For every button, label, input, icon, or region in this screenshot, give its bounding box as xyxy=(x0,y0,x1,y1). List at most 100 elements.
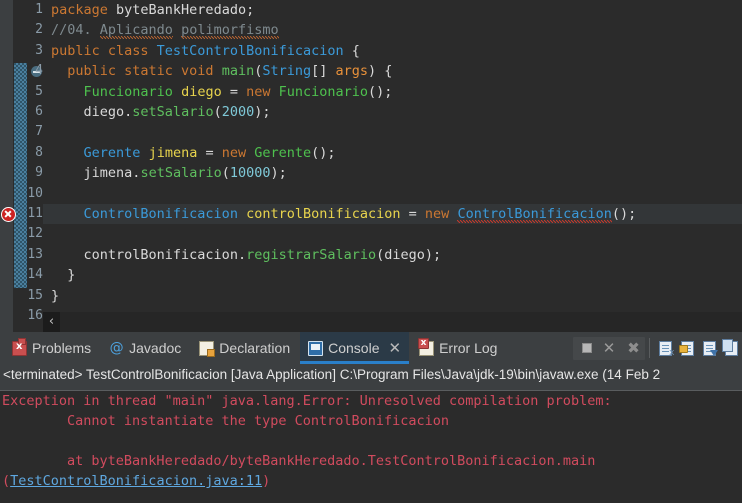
line-number: 12 xyxy=(27,226,43,242)
console-line: Cannot instantiate the type ControlBonif… xyxy=(0,411,742,431)
stop-button[interactable] xyxy=(576,337,598,359)
display-selected-console-button[interactable] xyxy=(698,337,720,359)
scrollbar-track[interactable] xyxy=(60,312,742,332)
new-console-view-icon xyxy=(721,338,738,356)
code-line[interactable]: 5 Funcionario diego = new Funcionario(); xyxy=(0,82,742,102)
code-token: String xyxy=(262,63,312,80)
code-token: package xyxy=(51,2,117,18)
code-token: setSalario xyxy=(140,165,222,182)
stack-trace-link[interactable]: TestControlBonificacion.java:11 xyxy=(10,473,262,489)
code-token: diego xyxy=(384,246,425,263)
code-line[interactable]: 6 diego.setSalario(2000); xyxy=(0,102,742,122)
code-token: ); xyxy=(424,246,442,263)
code-token: [] xyxy=(311,63,336,80)
code-token: public static void xyxy=(51,63,222,80)
line-number: 8 xyxy=(35,144,43,160)
line-number: 5 xyxy=(35,83,43,99)
scroll-left-arrow-icon[interactable]: ‹ xyxy=(43,312,60,332)
code-line[interactable]: 4 public static void main(String[] args)… xyxy=(0,61,742,81)
code-text: controlBonificacion.registrarSalario(die… xyxy=(51,245,442,265)
panel-tab-bar[interactable]: ✕ ✖ x x Problems @ Javadoc Declaration C… xyxy=(0,332,742,364)
console-text: ) xyxy=(262,473,271,489)
code-text: ControlBonificacion controlBonificacion … xyxy=(51,204,636,224)
line-number: 4 xyxy=(35,63,43,79)
code-line[interactable]: 12 xyxy=(0,224,742,244)
code-text: diego.setSalario(2000); xyxy=(51,102,271,122)
code-line[interactable]: 13 controlBonificacion.registrarSalario(… xyxy=(0,245,742,265)
console-toolbar[interactable]: ✕ ✖ xyxy=(573,332,742,364)
line-number: 14 xyxy=(27,267,43,283)
tab-declaration[interactable]: Declaration xyxy=(191,332,298,364)
code-line[interactable]: 15} xyxy=(0,286,742,306)
stop-icon xyxy=(582,343,592,353)
code-line[interactable]: 8 Gerente jimena = new Gerente(); xyxy=(0,143,742,163)
tab-console[interactable]: Console ✕ xyxy=(300,332,410,364)
declaration-icon xyxy=(199,340,216,357)
remove-console-button[interactable]: ✕ xyxy=(598,337,620,359)
code-editor[interactable]: 1 package byteBankHeredado; 2 //04. Aplican… xyxy=(0,0,742,332)
console-output[interactable]: Exception in thread "main" java.lang.Err… xyxy=(0,390,742,503)
line-number: 11 xyxy=(27,206,43,221)
code-text: Gerente jimena = new Gerente(); xyxy=(51,143,336,163)
console-action-group[interactable]: ✕ ✖ xyxy=(573,336,645,360)
code-line[interactable]: 14 } xyxy=(0,265,742,285)
remove-all-consoles-button[interactable]: ✖ xyxy=(620,337,642,359)
code-line[interactable]: 9 jimena.setSalario(10000); xyxy=(0,163,742,183)
javadoc-icon: @ xyxy=(109,339,124,356)
code-line[interactable]: 7 xyxy=(0,122,742,142)
code-token: public class xyxy=(51,42,157,59)
code-token: jimena xyxy=(148,144,198,161)
problems-icon xyxy=(12,337,27,356)
code-line[interactable]: 11 ControlBonificacion controlBonificaci… xyxy=(0,204,742,225)
code-token: args xyxy=(335,63,369,80)
open-console-button[interactable] xyxy=(654,337,676,359)
tab-problems[interactable]: Problems xyxy=(4,332,99,364)
console-text: Cannot instantiate the type ControlBonif… xyxy=(2,413,450,429)
line-number: 13 xyxy=(27,246,43,262)
console-text: ( xyxy=(2,473,11,489)
code-token: ControlBonificacion xyxy=(457,206,612,223)
pin-console-button[interactable] xyxy=(676,337,698,359)
code-token: //04. xyxy=(51,22,100,39)
console-line: at byteBankHeredado/byteBankHeredado.Tes… xyxy=(0,451,742,471)
console-text: at byteBankHeredado/byteBankHeredado.Tes… xyxy=(2,453,596,469)
code-token: ControlBonificacion xyxy=(83,206,238,222)
editor-horizontal-scrollbar[interactable]: ‹ xyxy=(43,312,742,332)
code-line[interactable]: 10 xyxy=(0,184,742,204)
code-line[interactable]: 3 public class TestControlBonificacion { xyxy=(0,41,742,61)
code-token: ); xyxy=(254,104,271,120)
close-icon: ✕ xyxy=(602,338,616,357)
code-token: ) { xyxy=(368,63,393,80)
line-number: 3 xyxy=(35,42,43,58)
tab-javadoc[interactable]: @ Javadoc xyxy=(101,332,189,364)
code-token: { xyxy=(343,42,360,59)
launch-configuration-label: <terminated> TestControlBonificacion [Ja… xyxy=(0,364,742,386)
code-token: byteBankHeredado xyxy=(116,2,247,18)
display-selected-console-icon xyxy=(702,340,718,356)
code-text: } xyxy=(51,265,75,285)
code-token: (); xyxy=(368,83,393,100)
code-token: } xyxy=(51,267,76,284)
code-token: setSalario xyxy=(132,104,214,120)
line-number: 16 xyxy=(27,308,43,323)
code-line[interactable]: 2 //04. Aplicando polimorfismo xyxy=(0,20,742,40)
code-token: ; xyxy=(246,2,255,18)
code-token: Funcionario xyxy=(83,83,173,100)
code-token: = xyxy=(197,144,222,161)
tab-error-log[interactable]: Error Log xyxy=(411,332,505,364)
code-text: public class TestControlBonificacion { xyxy=(51,41,360,61)
code-token: diego xyxy=(83,104,125,120)
error-log-icon xyxy=(418,337,435,356)
new-console-view-button[interactable] xyxy=(720,337,742,359)
code-line[interactable]: 1 package byteBankHeredado; xyxy=(0,0,742,20)
line-number: 6 xyxy=(35,104,43,119)
tab-close-icon[interactable]: ✕ xyxy=(389,340,402,356)
line-number: 10 xyxy=(27,185,43,201)
